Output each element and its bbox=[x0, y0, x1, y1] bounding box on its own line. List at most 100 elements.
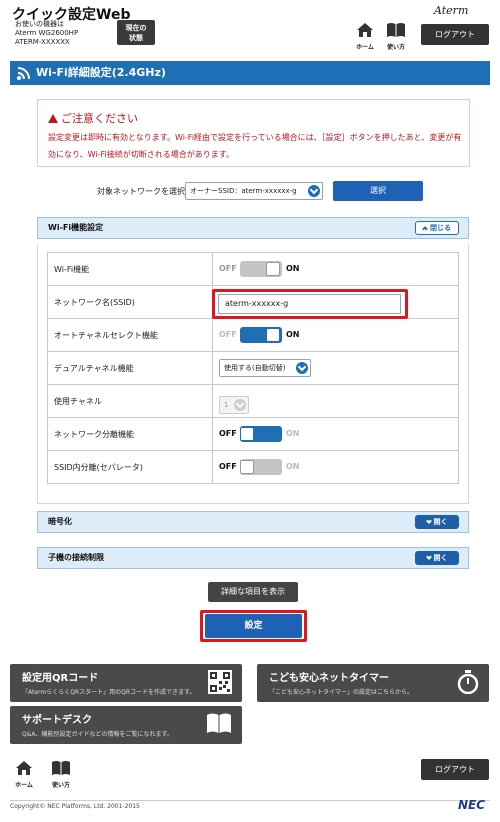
ssid-separator-label: SSID内分離(セパレータ) bbox=[47, 450, 213, 484]
network-select-value: オーナーSSID：aterm-xxxxxx-g bbox=[190, 187, 297, 195]
show-details-button[interactable]: 詳細な項目を表示 bbox=[208, 582, 298, 602]
warning-icon bbox=[48, 114, 58, 123]
channel-value: 1 bbox=[224, 401, 229, 409]
qr-code-icon bbox=[208, 670, 232, 694]
network-select[interactable]: オーナーSSID：aterm-xxxxxx-g bbox=[185, 182, 323, 200]
wifi-settings-table: Wi-Fi機能 OFF ON ネットワーク名(SSID) オートチャネルセレクト… bbox=[47, 252, 459, 484]
home-icon bbox=[16, 761, 32, 775]
footer-logout-button[interactable]: ログアウト bbox=[421, 759, 489, 780]
aterm-logo: Aterm bbox=[434, 4, 469, 17]
header: クイック設定Web お使いの機器は Aterm WG2600HP ATERM-X… bbox=[0, 0, 500, 56]
footer-help-button[interactable]: 使い方 bbox=[47, 760, 75, 789]
ssid-label: ネットワーク名(SSID) bbox=[47, 285, 213, 319]
home-button[interactable]: ホーム bbox=[351, 22, 379, 51]
chevron-up-icon bbox=[422, 226, 428, 232]
ssid-separator-toggle[interactable]: OFF ON bbox=[219, 459, 309, 475]
caution-text: 設定変更は即時に有効となります。Wi-Fi経由で設定を行っている場合には、［設定… bbox=[48, 133, 462, 159]
chevron-down-icon bbox=[296, 362, 308, 374]
current-status-line1: 現在の bbox=[125, 24, 147, 32]
support-desk-tile[interactable]: サポートデスク Q&A、機能別設定ガイドなどの情報をご覧になれます。 bbox=[10, 706, 242, 744]
device-line-1: お使いの機器は bbox=[15, 20, 64, 28]
toggle-off-label: OFF bbox=[219, 462, 237, 471]
toggle-on-label: ON bbox=[286, 264, 300, 273]
expand-label: 開く bbox=[433, 554, 448, 562]
network-isolation-label: ネットワーク分離機能 bbox=[47, 417, 213, 451]
collapse-label: 閉じる bbox=[430, 224, 451, 232]
help-label: 使い方 bbox=[386, 44, 405, 51]
footer-divider bbox=[10, 800, 490, 801]
home-label: ホーム bbox=[15, 782, 33, 789]
footer-home-button[interactable]: ホーム bbox=[10, 760, 38, 789]
toggle-off-label: OFF bbox=[219, 330, 237, 339]
toggle-track bbox=[240, 261, 282, 277]
ssid-input[interactable]: aterm-xxxxxx-g bbox=[218, 294, 401, 314]
toggle-off-label: OFF bbox=[219, 429, 237, 438]
network-isolation-toggle[interactable]: OFF ON bbox=[219, 426, 309, 442]
client-limit-section-header: 子機の接続制限 開く bbox=[37, 547, 469, 569]
expand-client-limit-button[interactable]: 開く bbox=[415, 551, 459, 565]
toggle-knob bbox=[240, 460, 254, 474]
network-select-label: 対象ネットワークを選択 bbox=[97, 187, 185, 196]
toggle-track bbox=[240, 327, 282, 343]
channel-label: 使用チャネル bbox=[47, 384, 213, 418]
toggle-knob bbox=[266, 328, 280, 342]
toggle-track bbox=[240, 459, 282, 475]
qr-code-tile[interactable]: 設定用QRコード 「AtermらくらくQRスタート」用のQRコードを作成できます… bbox=[10, 664, 242, 702]
table-row: Wi-Fi機能 OFF ON bbox=[47, 252, 459, 286]
dual-channel-select[interactable]: 使用する(自動切替) bbox=[219, 359, 311, 377]
wifi-settings-section-header: Wi-Fi機能設定 閉じる bbox=[37, 217, 469, 239]
client-limit-title: 子機の接続制限 bbox=[48, 553, 104, 562]
book-icon bbox=[52, 761, 70, 775]
chevron-down-icon bbox=[425, 554, 432, 560]
table-row: 使用チャネル bbox=[47, 384, 459, 418]
timer-tile-title: こども安心ネットタイマー bbox=[269, 673, 389, 684]
stopwatch-icon bbox=[457, 670, 479, 694]
kids-net-timer-tile[interactable]: こども安心ネットタイマー 「こども安心ネットタイマー」の設定はこちらから。 bbox=[257, 664, 489, 702]
open-book-icon bbox=[207, 713, 231, 733]
collapse-wifi-section-button[interactable]: 閉じる bbox=[415, 221, 459, 235]
wifi-settings-title: Wi-Fi機能設定 bbox=[48, 223, 104, 232]
caution-title: ご注意ください bbox=[48, 110, 138, 126]
page-title-banner: Wi-Fi詳細設定(2.4GHz) bbox=[10, 61, 490, 85]
select-network-button[interactable]: 選択 bbox=[333, 181, 423, 201]
channel-select[interactable]: 1 bbox=[219, 396, 249, 414]
toggle-track bbox=[240, 426, 282, 442]
toggle-off-label: OFF bbox=[219, 264, 237, 273]
qr-tile-subtitle: 「AtermらくらくQRスタート」用のQRコードを作成できます。 bbox=[22, 689, 196, 696]
toggle-on-label: ON bbox=[286, 429, 300, 438]
toggle-on-label: ON bbox=[286, 330, 300, 339]
expand-label: 開く bbox=[433, 518, 448, 526]
auto-channel-label: オートチャネルセレクト機能 bbox=[47, 318, 213, 352]
wifi-function-label: Wi-Fi機能 bbox=[47, 252, 213, 286]
encryption-title: 暗号化 bbox=[48, 517, 72, 526]
support-tile-subtitle: Q&A、機能別設定ガイドなどの情報をご覧になれます。 bbox=[22, 731, 173, 738]
auto-channel-toggle[interactable]: OFF ON bbox=[219, 327, 309, 343]
chevron-down-icon bbox=[308, 185, 320, 197]
wifi-icon bbox=[17, 67, 30, 80]
help-button[interactable]: 使い方 bbox=[382, 22, 410, 51]
table-row: SSID内分離(セパレータ) OFF ON bbox=[47, 450, 459, 484]
nec-logo: NEC bbox=[458, 798, 486, 812]
logout-button[interactable]: ログアウト bbox=[421, 24, 489, 45]
encryption-section-header: 暗号化 開く bbox=[37, 511, 469, 533]
home-label: ホーム bbox=[356, 44, 374, 51]
toggle-knob bbox=[266, 262, 280, 276]
device-id: ATERM-XXXXXX bbox=[15, 38, 70, 46]
timer-tile-subtitle: 「こども安心ネットタイマー」の設定はこちらから。 bbox=[269, 689, 414, 696]
device-info: お使いの機器は Aterm WG2600HP ATERM-XXXXXX bbox=[15, 20, 78, 47]
dual-channel-value: 使用する(自動切替) bbox=[224, 364, 286, 372]
table-row: ネットワーク分離機能 OFF ON bbox=[47, 417, 459, 451]
help-label: 使い方 bbox=[51, 782, 70, 789]
table-row: オートチャネルセレクト機能 OFF ON bbox=[47, 318, 459, 352]
caution-title-text: ご注意ください bbox=[61, 112, 138, 125]
device-model: Aterm WG2600HP bbox=[15, 29, 79, 37]
apply-button[interactable]: 設定 bbox=[205, 614, 302, 638]
current-status-line2: 状態 bbox=[129, 34, 143, 42]
current-status-button[interactable]: 現在の 状態 bbox=[117, 20, 155, 45]
dual-channel-label: デュアルチャネル機能 bbox=[47, 351, 213, 385]
toggle-on-label: ON bbox=[286, 462, 300, 471]
chevron-down-icon bbox=[234, 399, 246, 411]
qr-tile-title: 設定用QRコード bbox=[22, 673, 99, 684]
expand-encryption-button[interactable]: 開く bbox=[415, 515, 459, 529]
wifi-function-toggle[interactable]: OFF ON bbox=[219, 261, 309, 277]
